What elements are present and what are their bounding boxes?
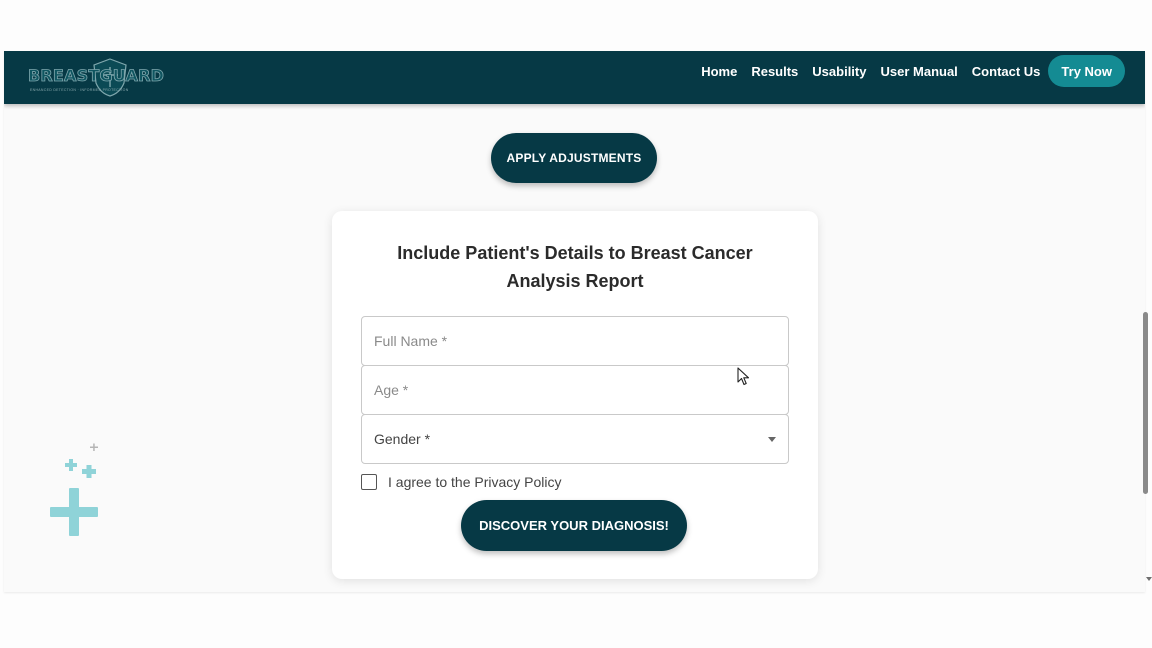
nav-results[interactable]: Results — [751, 64, 798, 79]
discover-diagnosis-button[interactable]: DISCOVER YOUR DIAGNOSIS! — [461, 500, 687, 551]
nav-usability[interactable]: Usability — [812, 64, 866, 79]
try-now-button[interactable]: Try Now — [1048, 55, 1125, 87]
form-title-line1: Include Patient's Details to Breast Canc… — [397, 243, 753, 263]
main-nav: Home Results Usability User Manual Conta… — [687, 55, 1125, 87]
browser-viewport: BREASTGUARD ENHANCED DETECTION · INFORME… — [4, 51, 1145, 592]
form-title: Include Patient's Details to Breast Canc… — [332, 239, 818, 295]
full-name-field[interactable]: Full Name * — [361, 316, 789, 366]
brand-tagline: ENHANCED DETECTION · INFORMED PROTECTION — [30, 88, 129, 92]
apply-adjustments-button[interactable]: APPLY ADJUSTMENTS — [491, 133, 657, 183]
privacy-agreement: I agree to the Privacy Policy — [361, 473, 562, 491]
nav-home[interactable]: Home — [701, 64, 737, 79]
scroll-down-arrow[interactable] — [1146, 577, 1152, 581]
age-placeholder: Age * — [374, 382, 409, 398]
form-title-line2: Analysis Report — [506, 271, 644, 291]
privacy-label[interactable]: I agree to the Privacy Policy — [388, 474, 562, 490]
privacy-checkbox[interactable] — [361, 474, 377, 490]
gender-select[interactable]: Gender * — [361, 414, 789, 464]
brand-name: BREASTGUARD — [28, 66, 165, 86]
patient-details-card: Include Patient's Details to Breast Canc… — [332, 211, 818, 579]
brand-logo[interactable]: BREASTGUARD ENHANCED DETECTION · INFORME… — [28, 57, 164, 97]
gender-placeholder: Gender * — [374, 431, 431, 447]
nav-contact-us[interactable]: Contact Us — [972, 64, 1041, 79]
plus-icon — [50, 443, 98, 536]
navbar: BREASTGUARD ENHANCED DETECTION · INFORME… — [4, 51, 1145, 104]
nav-user-manual[interactable]: User Manual — [880, 64, 957, 79]
mouse-pointer-icon — [737, 367, 750, 386]
scrollbar-thumb[interactable] — [1143, 312, 1148, 494]
full-name-placeholder: Full Name * — [374, 333, 448, 349]
chevron-down-icon — [768, 437, 776, 442]
age-field[interactable]: Age * — [361, 365, 789, 415]
